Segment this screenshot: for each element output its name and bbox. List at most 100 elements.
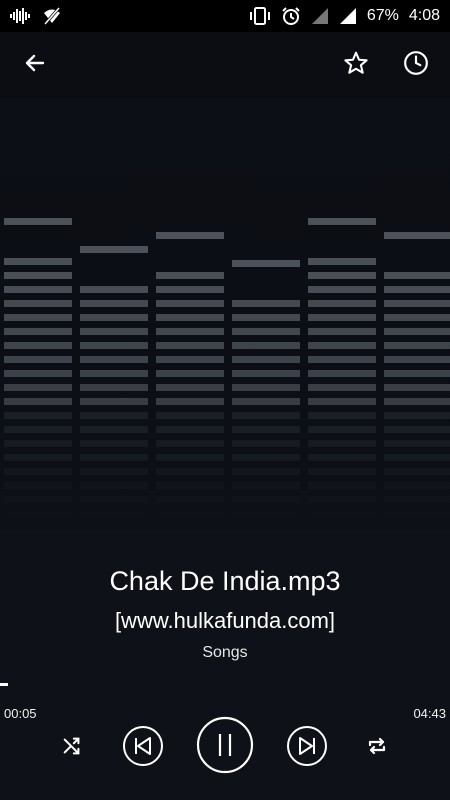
visualizer-segment	[156, 328, 224, 335]
visualizer-reflection	[4, 454, 72, 461]
skip-previous-icon	[122, 725, 164, 772]
visualizer-reflection	[80, 468, 148, 475]
visualizer-reflection	[232, 412, 300, 419]
favorite-button[interactable]	[328, 37, 384, 93]
visualizer-segment	[4, 384, 72, 391]
visualizer-segment	[156, 384, 224, 391]
visualizer-segment	[308, 328, 376, 335]
visualizer-segment	[80, 286, 148, 293]
visualizer-reflection	[384, 412, 450, 419]
visualizer-peak	[4, 218, 72, 225]
star-outline-icon	[343, 50, 369, 81]
visualizer-segment	[232, 356, 300, 363]
visualizer-reflection	[156, 468, 224, 475]
visualizer-segment	[232, 398, 300, 405]
next-button[interactable]	[286, 725, 328, 772]
visualizer-reflection	[308, 426, 376, 433]
signal-icon	[311, 7, 329, 25]
visualizer-segment	[384, 398, 450, 405]
visualizer-segment	[156, 300, 224, 307]
visualizer-segment	[4, 258, 72, 265]
back-button[interactable]	[7, 37, 63, 93]
visualizer-segment	[156, 356, 224, 363]
visualizer-segment	[80, 328, 148, 335]
visualizer-segment	[156, 286, 224, 293]
visualizer-segment	[4, 356, 72, 363]
visualizer-reflection	[80, 496, 148, 503]
visualizer-segment	[80, 300, 148, 307]
history-button[interactable]	[388, 37, 444, 93]
song-artist: [www.hulkafunda.com]	[114, 608, 336, 633]
visualizer-reflection	[80, 510, 148, 517]
play-pause-button[interactable]	[196, 716, 254, 779]
visualizer-peak	[308, 218, 376, 225]
waveform-icon	[10, 8, 32, 24]
visualizer-reflection	[4, 426, 72, 433]
visualizer-reflection	[308, 440, 376, 447]
visualizer-peak	[384, 232, 450, 239]
visualizer-reflection	[384, 454, 450, 461]
visualizer-segment	[384, 300, 450, 307]
signal-full-icon	[339, 7, 357, 25]
pause-icon	[196, 716, 254, 779]
visualizer-segment	[156, 398, 224, 405]
visualizer-reflection	[308, 510, 376, 517]
visualizer-reflection	[4, 510, 72, 517]
visualizer-reflection	[156, 412, 224, 419]
visualizer-reflection	[384, 510, 450, 517]
visualizer-peak	[232, 260, 300, 267]
visualizer-segment	[384, 314, 450, 321]
visualizer-reflection	[80, 412, 148, 419]
visualizer-reflection	[384, 482, 450, 489]
visualizer-segment	[232, 342, 300, 349]
visualizer-reflection	[232, 440, 300, 447]
visualizer-segment	[156, 314, 224, 321]
visualizer-segment	[4, 300, 72, 307]
battery-level: 67%	[366, 7, 399, 24]
shuffle-icon	[61, 735, 83, 762]
visualizer-segment	[308, 370, 376, 377]
visualizer-segment	[308, 342, 376, 349]
visualizer-reflection	[232, 510, 300, 517]
visualizer-segment	[4, 370, 72, 377]
skip-next-icon	[286, 725, 328, 772]
visualizer-reflection	[384, 440, 450, 447]
visualizer-segment	[80, 370, 148, 377]
visualizer-reflection	[156, 496, 224, 503]
visualizer-reflection	[156, 454, 224, 461]
visualizer-reflection	[384, 426, 450, 433]
visualizer-segment	[384, 384, 450, 391]
alarm-icon	[281, 6, 301, 26]
visualizer-segment	[4, 272, 72, 279]
top-bar	[0, 32, 450, 98]
visualizer-reflection	[232, 496, 300, 503]
visualizer-peak	[80, 246, 148, 253]
visualizer-peak	[156, 232, 224, 239]
visualizer-segment	[232, 384, 300, 391]
audio-visualizer	[0, 98, 450, 530]
repeat-icon	[365, 734, 389, 763]
visualizer-segment	[156, 272, 224, 279]
progress-bar[interactable]	[0, 683, 450, 686]
visualizer-segment	[384, 272, 450, 279]
clock-icon	[403, 50, 429, 81]
visualizer-reflection	[80, 454, 148, 461]
visualizer-segment	[80, 384, 148, 391]
progress-fill	[0, 683, 8, 686]
shuffle-button[interactable]	[52, 728, 92, 768]
visualizer-segment	[384, 286, 450, 293]
visualizer-segment	[308, 258, 376, 265]
visualizer-segment	[156, 342, 224, 349]
visualizer-segment	[80, 342, 148, 349]
visualizer-reflection	[232, 482, 300, 489]
previous-button[interactable]	[122, 725, 164, 772]
visualizer-segment	[308, 384, 376, 391]
visualizer-segment	[232, 328, 300, 335]
visualizer-segment	[308, 286, 376, 293]
visualizer-segment	[4, 398, 72, 405]
visualizer-reflection	[156, 440, 224, 447]
visualizer-segment	[232, 300, 300, 307]
visualizer-bars	[0, 98, 450, 530]
repeat-button[interactable]	[357, 728, 397, 768]
visualizer-reflection	[384, 468, 450, 475]
